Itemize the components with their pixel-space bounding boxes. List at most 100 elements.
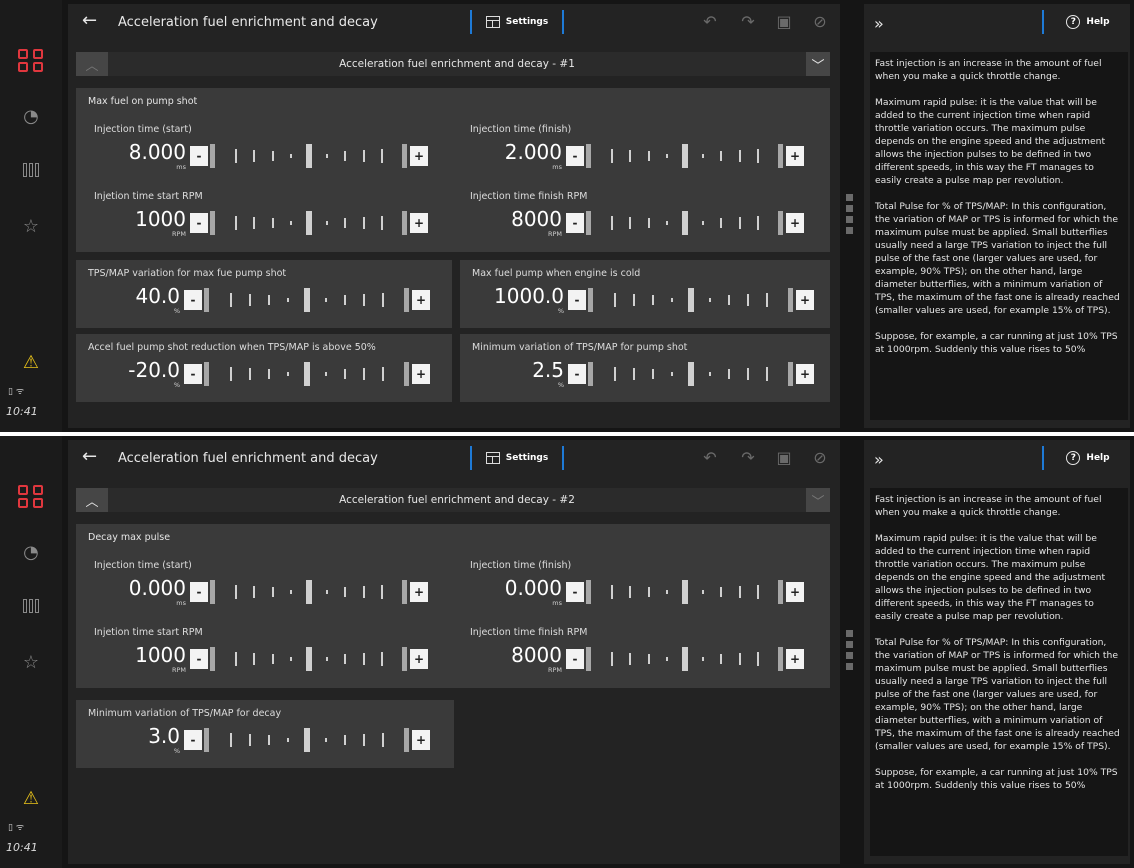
decrement-button[interactable]: -: [566, 649, 584, 669]
increment-button[interactable]: +: [786, 582, 804, 602]
increment-button[interactable]: +: [412, 290, 430, 310]
value-slider[interactable]: [202, 362, 412, 386]
decrement-button[interactable]: -: [566, 146, 584, 166]
increment-button[interactable]: +: [412, 364, 430, 384]
chevron-down-icon[interactable]: ﹀: [806, 52, 830, 76]
decrement-button[interactable]: -: [568, 290, 586, 310]
panel-splitter[interactable]: [846, 630, 854, 674]
gauge-icon[interactable]: ◔: [0, 96, 62, 136]
slider-tick: [666, 221, 668, 225]
increment-button[interactable]: +: [410, 649, 428, 669]
decrement-button[interactable]: -: [190, 649, 208, 669]
save-icon[interactable]: ▣: [774, 448, 794, 468]
panel-splitter[interactable]: [846, 194, 854, 238]
undo-icon[interactable]: ↶: [700, 448, 720, 468]
value-slider[interactable]: [586, 288, 796, 312]
bars-icon[interactable]: [0, 586, 62, 626]
increment-button[interactable]: +: [786, 649, 804, 669]
chevron-up-icon[interactable]: ︿: [76, 52, 108, 76]
chevron-down-icon[interactable]: ﹀: [806, 488, 830, 512]
increment-button[interactable]: +: [786, 146, 804, 166]
gauge-icon[interactable]: ◔: [0, 532, 62, 572]
value-slider[interactable]: [584, 647, 786, 671]
slider-tick: [614, 293, 616, 307]
chevron-up-icon[interactable]: ︿: [76, 488, 108, 512]
redo-icon[interactable]: ↷: [738, 12, 758, 32]
field-label: Injection time (finish): [470, 560, 572, 571]
field-unit: ms: [176, 163, 186, 171]
value-slider[interactable]: [584, 580, 786, 604]
field-unit: ms: [552, 163, 562, 171]
value-slider[interactable]: [208, 144, 410, 168]
warning-icon[interactable]: ⚠: [0, 778, 62, 818]
decrement-button[interactable]: -: [184, 364, 202, 384]
group-title: Max fuel on pump shot: [88, 96, 198, 107]
group-min-variation: Minimum variation of TPS/MAP for pump sh…: [460, 334, 830, 402]
double-chevron-icon[interactable]: »: [874, 450, 884, 469]
increment-button[interactable]: +: [796, 290, 814, 310]
back-arrow-icon[interactable]: ←: [82, 446, 102, 468]
settings-button[interactable]: Settings: [470, 10, 564, 34]
slider-tick: [306, 647, 312, 671]
star-icon[interactable]: ☆: [0, 206, 62, 246]
field-unit: %: [557, 307, 564, 315]
slider-edge: [404, 728, 409, 752]
help-button[interactable]: ? Help: [1042, 10, 1132, 34]
increment-button[interactable]: +: [410, 146, 428, 166]
slider-tick: [326, 657, 328, 661]
slider-tick: [272, 151, 274, 161]
slider-edge: [788, 362, 793, 386]
slider-tick: [290, 657, 292, 661]
redo-icon[interactable]: ↷: [738, 448, 758, 468]
slider-edge: [402, 144, 407, 168]
value-slider[interactable]: [584, 211, 786, 235]
cancel-icon[interactable]: ⊘: [810, 448, 830, 468]
value-slider[interactable]: [202, 728, 412, 752]
back-arrow-icon[interactable]: ←: [82, 10, 102, 32]
decrement-button[interactable]: -: [568, 364, 586, 384]
slider-edge: [210, 144, 215, 168]
help-paragraph: Maximum rapid pulse: it is the value tha…: [875, 97, 1106, 186]
decrement-button[interactable]: -: [190, 146, 208, 166]
decrement-button[interactable]: -: [190, 582, 208, 602]
field-value: 0.000: [128, 576, 186, 600]
decrement-button[interactable]: -: [566, 582, 584, 602]
slider-tick: [326, 590, 328, 594]
decrement-button[interactable]: -: [190, 213, 208, 233]
increment-button[interactable]: +: [786, 213, 804, 233]
section-header: ︿ Acceleration fuel enrichment and decay…: [76, 52, 830, 76]
increment-button[interactable]: +: [410, 582, 428, 602]
logo-grid-icon[interactable]: [0, 40, 62, 80]
help-button[interactable]: ? Help: [1042, 446, 1132, 470]
cancel-icon[interactable]: ⊘: [810, 12, 830, 32]
star-icon[interactable]: ☆: [0, 642, 62, 682]
decrement-button[interactable]: -: [184, 290, 202, 310]
value-slider[interactable]: [208, 647, 410, 671]
value-slider[interactable]: [584, 144, 786, 168]
help-icon: ?: [1066, 451, 1081, 465]
increment-button[interactable]: +: [410, 213, 428, 233]
increment-button[interactable]: +: [796, 364, 814, 384]
value-slider[interactable]: [586, 362, 796, 386]
decrement-button[interactable]: -: [184, 730, 202, 750]
help-paragraph: Fast injection is an increase in the amo…: [875, 494, 1102, 518]
increment-button[interactable]: +: [412, 730, 430, 750]
bars-icon[interactable]: [0, 150, 62, 190]
field-value: 8.000: [128, 140, 186, 164]
slider-tick: [709, 298, 711, 302]
slider-tick: [363, 368, 365, 380]
slider-tick: [325, 298, 327, 302]
slider-edge: [778, 580, 783, 604]
warning-icon[interactable]: ⚠: [0, 342, 62, 382]
value-slider[interactable]: [208, 580, 410, 604]
save-icon[interactable]: ▣: [774, 12, 794, 32]
value-slider[interactable]: [208, 211, 410, 235]
settings-button[interactable]: Settings: [470, 446, 564, 470]
undo-icon[interactable]: ↶: [700, 12, 720, 32]
value-slider[interactable]: [202, 288, 412, 312]
decrement-button[interactable]: -: [566, 213, 584, 233]
slider-tick: [652, 369, 654, 379]
double-chevron-icon[interactable]: »: [874, 14, 884, 33]
slider-tick: [671, 372, 673, 376]
logo-grid-icon[interactable]: [0, 476, 62, 516]
